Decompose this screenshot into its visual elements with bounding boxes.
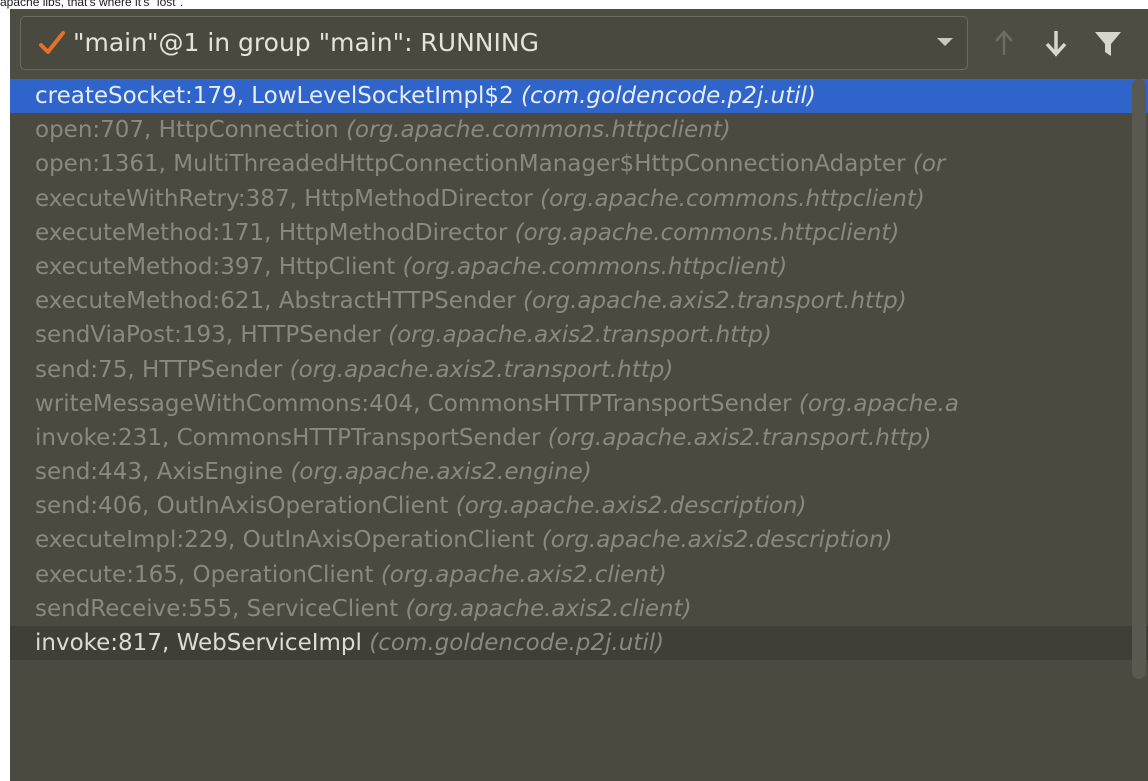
arrow-up-icon[interactable] <box>986 23 1022 63</box>
stack-frame[interactable]: executeWithRetry:387, HttpMethodDirector… <box>10 182 1148 216</box>
stack-frame[interactable]: executeMethod:397, HttpClient (org.apach… <box>10 250 1148 284</box>
frame-package: (org.apache.axis2.transport.http) <box>522 288 907 315</box>
frame-method: sendViaPost:193, HTTPSender <box>35 322 381 349</box>
stack-frame-list: createSocket:179, LowLevelSocketImpl$2 (… <box>10 79 1148 661</box>
frame-method: writeMessageWithCommons:404, CommonsHTTP… <box>35 390 792 417</box>
frame-method: executeMethod:171, HttpMethodDirector <box>35 219 508 246</box>
frame-package: (com.goldencode.p2j.util) <box>521 83 816 109</box>
frame-package: (org.apache.axis2.transport.http) <box>388 322 772 349</box>
frame-package: (org.apache.axis2.transport.http) <box>547 424 932 451</box>
filter-icon[interactable] <box>1090 23 1126 63</box>
frames-toolbar: "main"@1 in group "main": RUNNING <box>10 9 1148 79</box>
frame-package: (org.apache.axis2.client) <box>405 595 692 622</box>
frame-package: (org.apache.commons.httpclient) <box>514 219 900 246</box>
frame-method: send:75, HTTPSender <box>35 356 283 383</box>
stack-frame[interactable]: send:406, OutInAxisOperationClient (org.… <box>10 489 1148 523</box>
frame-package: (org.apache.axis2.description) <box>455 493 807 520</box>
stack-frame[interactable]: writeMessageWithCommons:404, CommonsHTTP… <box>10 387 1148 421</box>
frame-package: (org.apache.axis2.description) <box>541 527 893 554</box>
frame-method: createSocket:179, LowLevelSocketImpl$2 <box>35 83 514 109</box>
stack-frame[interactable]: executeMethod:171, HttpMethodDirector (o… <box>10 216 1148 250</box>
stack-frame[interactable]: open:1361, MultiThreadedHttpConnectionMa… <box>10 147 1148 181</box>
frame-method: executeMethod:397, HttpClient <box>35 253 396 280</box>
frame-method: open:1361, MultiThreadedHttpConnectionMa… <box>35 151 906 178</box>
stack-frame[interactable]: execute:165, OperationClient (org.apache… <box>10 558 1148 592</box>
frame-method: invoke:231, CommonsHTTPTransportSender <box>35 424 541 451</box>
stack-frame[interactable]: invoke:231, CommonsHTTPTransportSender (… <box>10 421 1148 455</box>
thread-label: "main"@1 in group "main": RUNNING <box>73 28 539 57</box>
stack-frame[interactable]: open:707, HttpConnection (org.apache.com… <box>10 113 1148 147</box>
frame-package: (org.apache.a <box>798 390 959 417</box>
frame-package: (org.apache.axis2.transport.http) <box>289 356 674 383</box>
stack-frame[interactable]: send:75, HTTPSender (org.apache.axis2.tr… <box>10 353 1148 387</box>
stack-frame[interactable]: executeMethod:621, AbstractHTTPSender (o… <box>10 284 1148 318</box>
stack-frame[interactable]: executeImpl:229, OutInAxisOperationClien… <box>10 523 1148 557</box>
caption-text: apache libs, that's where it's "lost". <box>0 0 184 9</box>
frame-package: (org.apache.axis2.client) <box>380 561 667 588</box>
chevron-down-icon[interactable] <box>937 38 953 46</box>
frame-method: executeWithRetry:387, HttpMethodDirector <box>35 185 533 212</box>
stack-frame-selected[interactable]: createSocket:179, LowLevelSocketImpl$2 (… <box>10 79 1148 114</box>
frame-method: invoke:817, WebServiceImpl <box>35 630 362 656</box>
thread-selector[interactable]: "main"@1 in group "main": RUNNING <box>20 16 968 70</box>
stack-frame[interactable]: send:443, AxisEngine (org.apache.axis2.e… <box>10 455 1148 489</box>
frame-method: send:406, OutInAxisOperationClient <box>35 493 449 520</box>
frame-package: (org.apache.commons.httpclient) <box>540 185 925 212</box>
frame-method: sendReceive:555, ServiceClient <box>35 595 399 622</box>
frame-package: (or <box>912 151 946 178</box>
frames-panel: "main"@1 in group "main": RUNNING create… <box>10 9 1148 781</box>
frame-package: (org.apache.commons.httpclient) <box>346 117 731 144</box>
frame-package: (com.goldencode.p2j.util) <box>369 630 665 656</box>
check-icon <box>39 31 65 54</box>
scrollbar[interactable] <box>1132 79 1146 679</box>
stack-frame[interactable]: sendViaPost:193, HTTPSender (org.apache.… <box>10 318 1148 352</box>
frame-package: (org.apache.commons.httpclient) <box>402 253 788 280</box>
frame-method: executeImpl:229, OutInAxisOperationClien… <box>35 527 535 554</box>
stack-frame[interactable]: invoke:817, WebServiceImpl (com.goldenco… <box>10 626 1148 661</box>
frame-method: executeMethod:621, AbstractHTTPSender <box>35 288 516 315</box>
frame-method: execute:165, OperationClient <box>35 561 374 588</box>
frame-method: send:443, AxisEngine <box>35 459 284 486</box>
frame-method: open:707, HttpConnection <box>35 117 339 144</box>
arrow-down-icon[interactable] <box>1038 23 1074 63</box>
stack-frame[interactable]: sendReceive:555, ServiceClient (org.apac… <box>10 592 1148 626</box>
frame-package: (org.apache.axis2.engine) <box>290 459 592 486</box>
